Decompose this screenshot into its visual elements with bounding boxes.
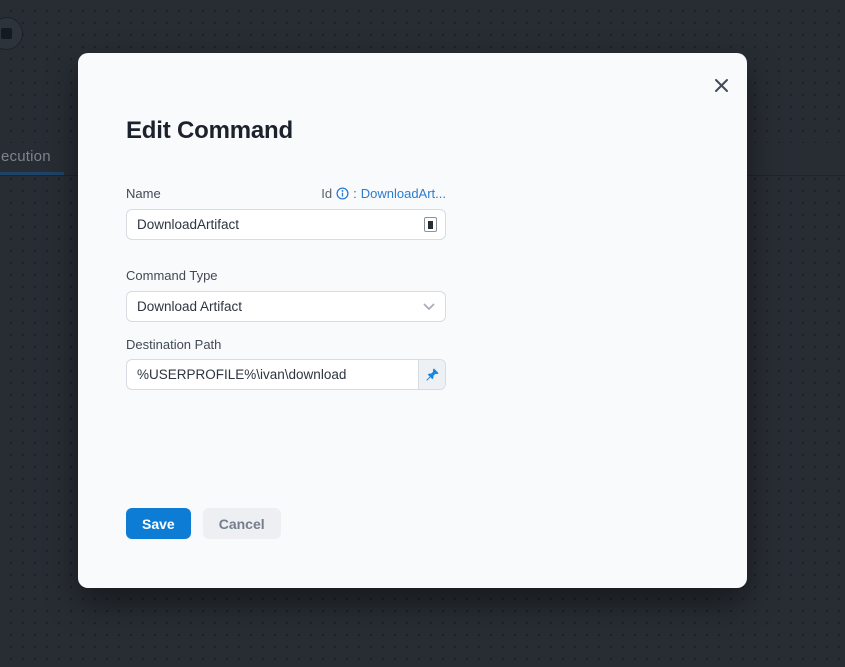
stop-icon: [1, 28, 12, 39]
info-icon[interactable]: [336, 187, 349, 200]
close-icon: [714, 78, 729, 93]
name-field-header: Name Id : DownloadArt...: [126, 186, 446, 201]
destination-input-wrapper: [126, 359, 446, 390]
id-separator: :: [353, 186, 357, 201]
pin-button[interactable]: [418, 360, 445, 389]
autofill-icon: [424, 217, 437, 232]
cancel-button[interactable]: Cancel: [203, 508, 281, 539]
chevron-down-icon: [423, 303, 435, 311]
command-type-label: Command Type: [126, 268, 218, 283]
close-button[interactable]: [709, 73, 733, 97]
modal-actions: Save Cancel: [126, 508, 281, 539]
modal-title: Edit Command: [126, 117, 293, 145]
active-tab-indicator: [0, 172, 64, 175]
command-type-value: Download Artifact: [137, 299, 242, 314]
name-input[interactable]: [127, 210, 424, 239]
pushpin-icon: [425, 367, 440, 382]
destination-path-label: Destination Path: [126, 337, 221, 352]
edit-command-modal: Edit Command Name Id : DownloadArt... Co…: [78, 53, 747, 588]
id-value-link[interactable]: DownloadArt...: [361, 186, 446, 201]
command-type-select[interactable]: Download Artifact: [126, 291, 446, 322]
destination-path-input[interactable]: [127, 360, 418, 389]
name-input-wrapper: [126, 209, 446, 240]
id-label: Id: [321, 186, 332, 201]
save-button[interactable]: Save: [126, 508, 191, 539]
id-group: Id : DownloadArt...: [321, 186, 446, 201]
tab-execution[interactable]: ecution: [1, 148, 51, 165]
name-label: Name: [126, 186, 161, 201]
